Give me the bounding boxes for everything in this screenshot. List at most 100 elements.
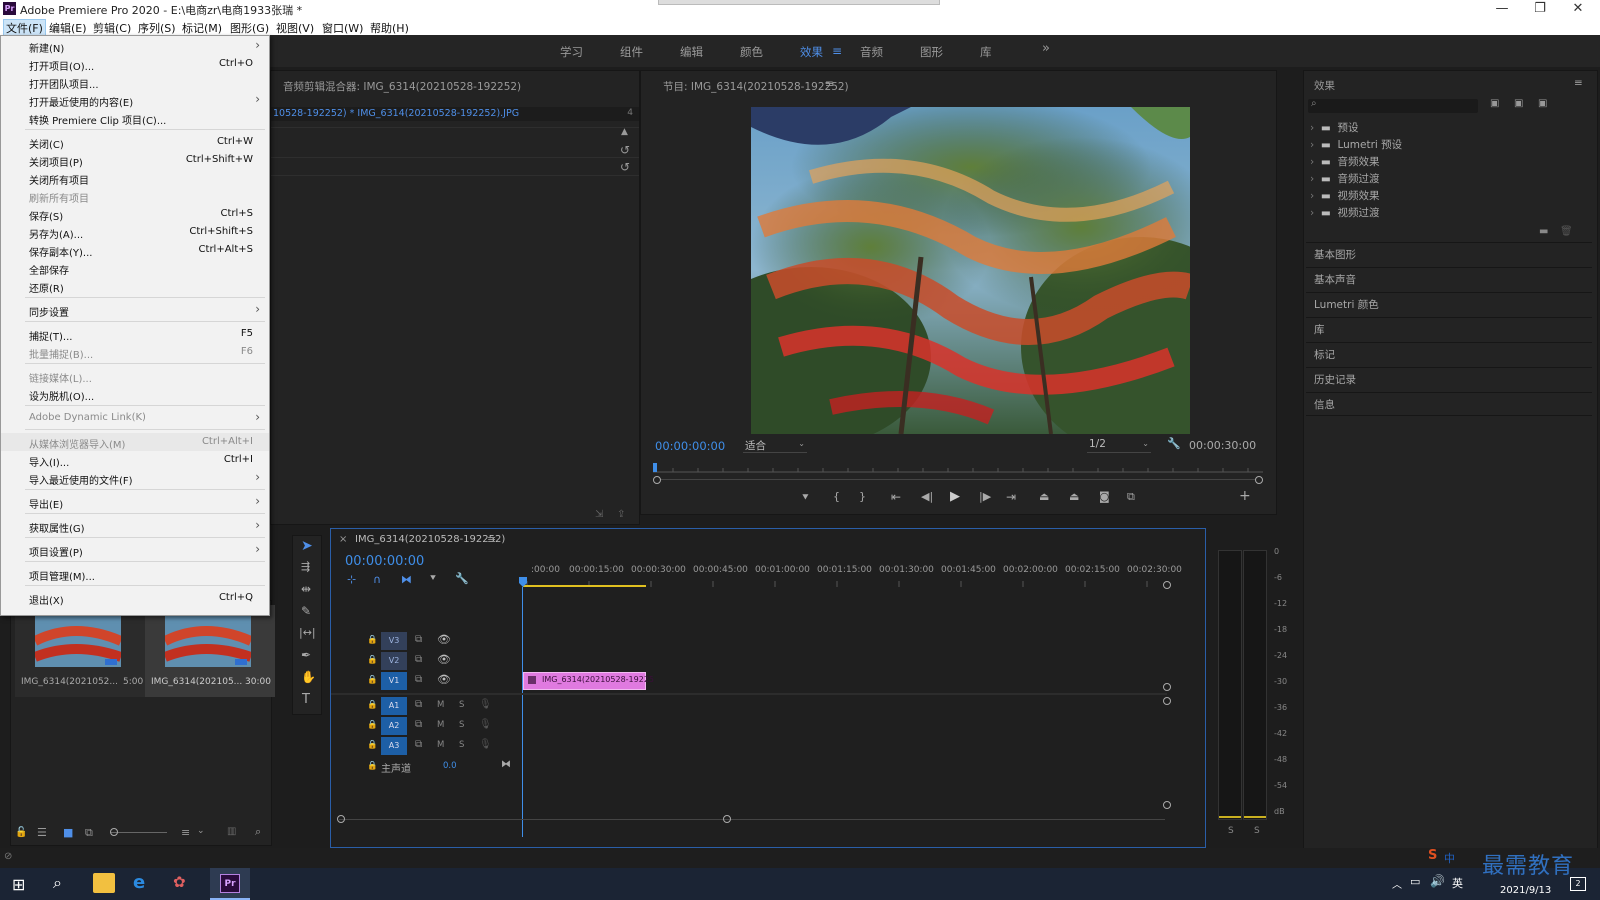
program-monitor-title[interactable]: 节目: IMG_6314(20210528-192252) [663, 79, 849, 94]
thumbnail-size-slider[interactable] [111, 832, 167, 833]
file-menu-save[interactable]: 保存(S) Ctrl+S [1, 205, 269, 223]
eye-icon[interactable]: 👁 [437, 653, 451, 666]
close-button[interactable]: ✕ [1560, 0, 1596, 18]
file-menu-make-offline[interactable]: 设为脱机(O)... [1, 385, 269, 403]
file-menu-new[interactable]: 新建(N) › [1, 37, 269, 55]
file-menu-close[interactable]: 关闭(C) Ctrl+W [1, 133, 269, 151]
sequence-tab[interactable]: IMG_6314(20210528-192252) [355, 534, 505, 545]
sync-lock-icon[interactable]: ⧉ [415, 674, 422, 685]
zoom-handle-left[interactable] [653, 476, 661, 484]
volume-icon[interactable]: 🔊 [1430, 874, 1445, 888]
mark-out-icon[interactable]: } [859, 490, 866, 503]
pen-tool-icon[interactable]: ✒ [301, 648, 311, 662]
list-view-icon[interactable]: ☰ [37, 826, 47, 839]
add-marker-icon[interactable]: ⯆ [429, 573, 437, 584]
effects-panel-title[interactable]: 效果 [1314, 78, 1335, 93]
automate-to-sequence-icon[interactable]: ▥ [227, 826, 236, 837]
program-scrubber[interactable] [653, 463, 1263, 473]
scroll-handle[interactable] [1163, 697, 1171, 705]
track-target-v1[interactable]: V1 [381, 672, 407, 690]
32bit-effects-icon[interactable]: ▣ [1514, 98, 1523, 109]
fit-dropdown[interactable]: 适合 ⌄ [743, 438, 807, 453]
network-icon[interactable]: ▭ [1410, 875, 1420, 888]
menu-file[interactable]: 文件(F) [3, 19, 46, 37]
trash-icon[interactable]: 🗑 [1560, 226, 1573, 237]
workspace-tab-audio[interactable]: 音频 [860, 44, 883, 60]
zoom-handle-right[interactable] [1255, 476, 1263, 484]
file-menu-get-properties[interactable]: 获取属性(G) › [1, 517, 269, 535]
file-menu-open-team-project[interactable]: 打开团队项目... [1, 73, 269, 91]
zoom-handle-right[interactable] [723, 815, 731, 823]
lock-icon[interactable]: 🔓 [15, 827, 27, 838]
info-section[interactable]: 信息 [1306, 392, 1592, 416]
effects-tree-item-audio-transitions[interactable]: › ▬ 音频过渡 [1310, 171, 1379, 186]
minimize-button[interactable]: — [1484, 0, 1520, 18]
file-menu-project-settings[interactable]: 项目设置(P) › [1, 541, 269, 559]
ime-icon[interactable]: 英 [1452, 875, 1463, 891]
chevron-up-icon[interactable]: ︿ [1392, 876, 1402, 891]
microphone-icon[interactable]: 🎙 [479, 699, 492, 710]
step-forward-icon[interactable]: |▶ [979, 490, 991, 503]
file-menu-convert-clip[interactable]: 转换 Premiere Clip 项目(C)... [1, 109, 269, 127]
panel-menu-icon[interactable]: ≡ [487, 533, 496, 546]
timeline-settings-icon[interactable]: 🔧 [455, 572, 469, 585]
mute-button[interactable]: M [437, 740, 444, 750]
eye-icon[interactable]: 👁 [437, 633, 451, 646]
sogou-ime-icon[interactable]: S [1428, 848, 1437, 863]
yuv-effects-icon[interactable]: ▣ [1538, 98, 1547, 109]
restore-button[interactable]: ❐ [1522, 0, 1558, 18]
workspace-tab-color[interactable]: 颜色 [740, 44, 763, 60]
icon-view-icon[interactable]: ■ [63, 826, 73, 839]
menu-view[interactable]: 视图(V) [276, 20, 314, 36]
menu-sequence[interactable]: 序列(S) [138, 20, 176, 36]
share-icon[interactable]: ⇪ [617, 509, 625, 520]
master-volume-value[interactable]: 0.0 [443, 761, 457, 771]
solo-button[interactable]: S [459, 700, 464, 710]
sort-icon[interactable]: ≡ [181, 826, 190, 839]
scroll-handle[interactable] [1163, 683, 1171, 691]
zoom-handle-left[interactable] [337, 815, 345, 823]
chevron-down-icon[interactable]: ⌄ [197, 826, 205, 836]
effects-search-input[interactable]: ⌕ [1308, 98, 1478, 113]
file-explorer-icon[interactable] [93, 873, 115, 893]
effects-tree-item-lumetri-presets[interactable]: › ▬ Lumetri 预设 [1310, 137, 1402, 152]
play-icon[interactable]: ▶ [950, 489, 960, 504]
mute-button[interactable]: M [437, 720, 444, 730]
effects-tree-item-video-effects[interactable]: › ▬ 视频效果 [1310, 188, 1379, 203]
solo-button[interactable]: S [459, 720, 464, 730]
razor-tool-icon[interactable]: ✎ [301, 604, 311, 618]
track-target-a3[interactable]: A3 [381, 737, 407, 755]
scroll-up-icon[interactable]: ▲ [621, 127, 628, 137]
find-icon[interactable]: ⌕ [255, 825, 261, 839]
workspace-tab-learn[interactable]: 学习 [560, 44, 583, 60]
timeline-clip[interactable]: IMG_6314(20210528-19225 [523, 672, 654, 690]
workspace-tab-effects[interactable]: 效果 [800, 44, 823, 60]
resolution-dropdown[interactable]: 1/2 ⌄ [1087, 438, 1151, 453]
button-editor-plus-icon[interactable]: + [1239, 488, 1251, 504]
workspace-menu-icon[interactable]: ≡ [832, 44, 842, 58]
history-section[interactable]: 历史记录 [1306, 367, 1592, 391]
microphone-icon[interactable]: 🎙 [479, 719, 492, 730]
scroll-handle[interactable] [1163, 581, 1171, 589]
file-menu-close-project[interactable]: 关闭项目(P) Ctrl+Shift+W [1, 151, 269, 169]
panel-menu-icon[interactable]: ≡ [1574, 77, 1583, 89]
track-target-v2[interactable]: V2 [381, 652, 407, 670]
menu-marker[interactable]: 标记(M) [182, 20, 222, 36]
file-menu-close-all-projects[interactable]: 关闭所有项目 [1, 169, 269, 187]
essential-sound-section[interactable]: 基本声音 [1306, 267, 1592, 291]
libraries-section[interactable]: 库 [1306, 317, 1592, 341]
track-select-tool-icon[interactable]: ⇶ [301, 560, 310, 573]
clock-date[interactable]: 2021/9/13 [1500, 885, 1551, 896]
timeline-timecode[interactable]: 00:00:00:00 [345, 554, 424, 569]
freeform-view-icon[interactable]: ⧉ [85, 826, 93, 840]
program-video-frame[interactable] [751, 107, 1190, 434]
effects-tree-item-audio-effects[interactable]: › ▬ 音频效果 [1310, 154, 1379, 169]
effects-tree-item-presets[interactable]: › ▬ 预设 [1310, 120, 1358, 135]
ripple-edit-tool-icon[interactable]: ⇹ [301, 582, 311, 596]
lock-icon[interactable]: 🔒 [367, 700, 378, 710]
track-target-v3[interactable]: V3 [381, 632, 407, 650]
file-menu-sync-settings[interactable]: 同步设置 › [1, 301, 269, 319]
program-timecode[interactable]: 00:00:00:00 [655, 439, 725, 453]
project-clip-1[interactable]: IMG_6314(2021052... 5:00 [15, 605, 145, 697]
reset-icon[interactable]: ↺ [620, 143, 630, 157]
